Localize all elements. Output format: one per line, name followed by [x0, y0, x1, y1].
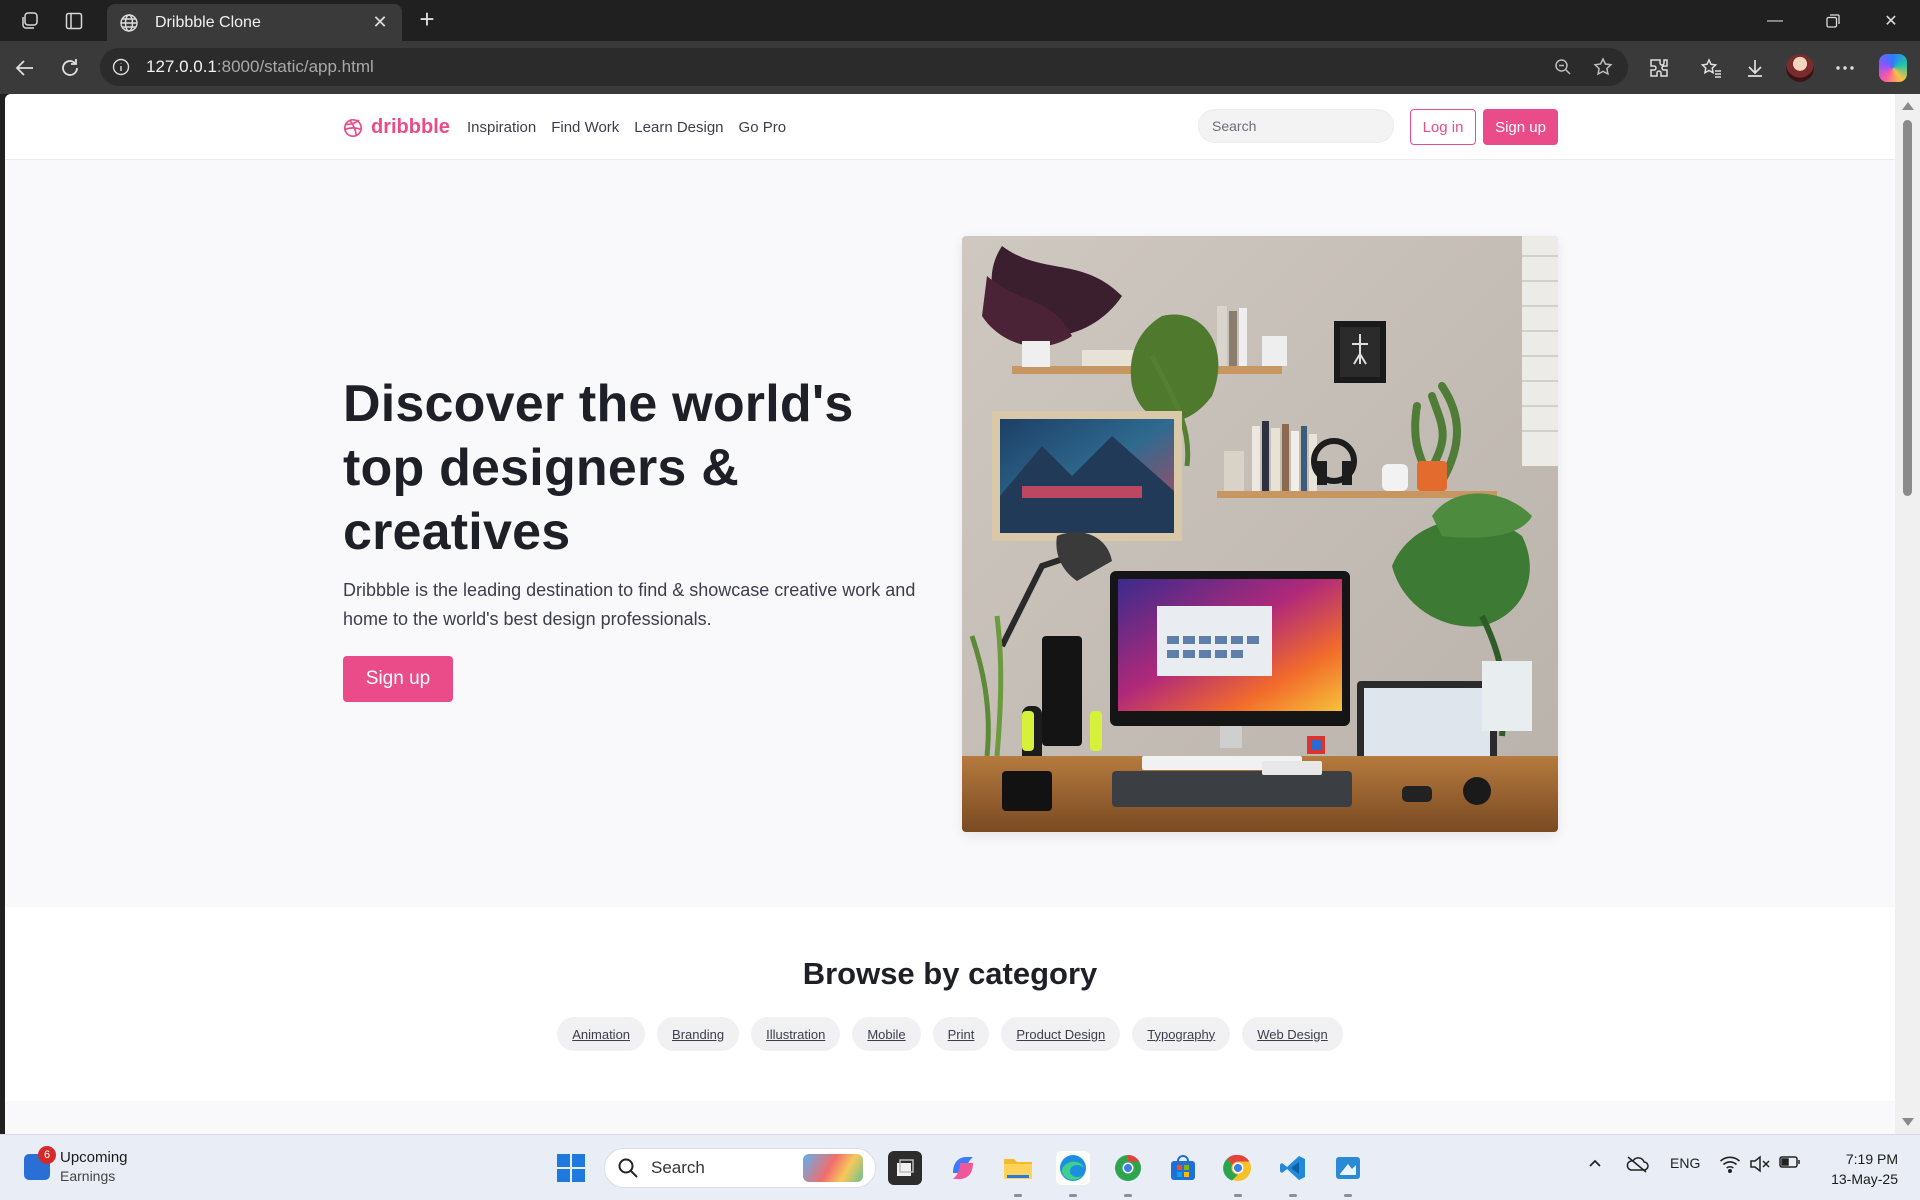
hero-workspace-image	[962, 236, 1558, 832]
category-chip-print[interactable]: Print	[932, 1017, 990, 1051]
close-window-icon[interactable]: ✕	[1876, 8, 1906, 34]
hero-signup-button[interactable]: Sign up	[343, 656, 453, 702]
more-options-icon[interactable]	[1831, 54, 1859, 82]
windows-taskbar: 6 Upcoming Earnings Search ENG 7:19 PM 1…	[0, 1134, 1920, 1200]
search-icon	[618, 1158, 638, 1178]
category-chip-illustration[interactable]: Illustration	[751, 1017, 841, 1051]
workspaces-icon[interactable]	[17, 8, 43, 34]
hero-subtitle: Dribbble is the leading destination to f…	[343, 580, 916, 629]
running-indicator	[1289, 1194, 1297, 1197]
earnings-widget-icon: 6	[24, 1146, 56, 1180]
login-button[interactable]: Log in	[1410, 109, 1476, 145]
scrollbar-thumb[interactable]	[1903, 120, 1912, 496]
category-chip-mobile[interactable]: Mobile	[852, 1017, 921, 1051]
favorite-star-icon[interactable]	[1590, 54, 1616, 80]
nav-learn-design[interactable]: Learn Design	[634, 119, 723, 136]
scroll-down-icon[interactable]	[1902, 1118, 1914, 1126]
clock-date: 13-May-25	[1831, 1171, 1898, 1187]
hero-title: Discover the world's top designers & cre…	[343, 375, 854, 561]
site-info-icon[interactable]	[112, 57, 132, 77]
running-indicator	[1344, 1194, 1352, 1197]
browser-tab-strip: Dribbble Clone ✕ + — ✕	[0, 0, 1920, 41]
browser-toolbar: 127.0.0.1:8000/static/app.html	[0, 41, 1920, 94]
chrome-beta-icon[interactable]	[1111, 1151, 1145, 1185]
volume-muted-icon[interactable]	[1749, 1155, 1771, 1173]
show-hidden-icons-icon[interactable]	[1587, 1155, 1603, 1171]
clock-time: 7:19 PM	[1845, 1151, 1898, 1167]
dribbble-ball-icon	[343, 118, 363, 138]
favorites-icon[interactable]	[1697, 54, 1725, 82]
copilot-app-icon[interactable]	[946, 1151, 980, 1185]
url-text: 127.0.0.1:8000/static/app.html	[146, 57, 1536, 77]
notification-badge: 6	[38, 1146, 56, 1164]
language-indicator[interactable]: ENG	[1670, 1155, 1700, 1171]
paint-app-icon[interactable]	[1331, 1151, 1365, 1185]
file-explorer-icon[interactable]	[1001, 1151, 1035, 1185]
zoom-out-icon[interactable]	[1550, 54, 1576, 80]
main-nav: Inspiration Find Work Learn Design Go Pr…	[467, 119, 786, 136]
globe-icon	[119, 12, 141, 34]
category-chip-branding[interactable]: Branding	[657, 1017, 740, 1051]
page-viewport: dribbble Inspiration Find Work Learn Des…	[5, 94, 1895, 1134]
extensions-icon[interactable]	[1645, 54, 1673, 82]
nav-inspiration[interactable]: Inspiration	[467, 119, 536, 136]
chrome-icon[interactable]	[1221, 1151, 1255, 1185]
taskbar-search[interactable]: Search	[604, 1148, 876, 1188]
system-clock[interactable]: 7:19 PM 13-May-25	[1814, 1149, 1898, 1189]
browse-categories-section: Browse by category Animation Branding Il…	[5, 907, 1895, 1101]
category-chip-product-design[interactable]: Product Design	[1001, 1017, 1121, 1051]
microsoft-store-icon[interactable]	[1166, 1151, 1200, 1185]
widget-title: Upcoming	[60, 1149, 128, 1166]
widget-subtitle: Earnings	[60, 1168, 116, 1184]
logo-text: dribbble	[371, 116, 450, 138]
restore-icon[interactable]	[1818, 8, 1848, 34]
minimize-icon[interactable]: —	[1760, 8, 1790, 34]
weather-widget[interactable]: 6 Upcoming Earnings	[24, 1146, 128, 1185]
wifi-icon[interactable]	[1719, 1155, 1741, 1173]
url-host: 127.0.0.1	[146, 57, 217, 76]
search-input[interactable]	[1198, 109, 1394, 143]
header-signup-button[interactable]: Sign up	[1483, 109, 1558, 145]
site-header: dribbble Inspiration Find Work Learn Des…	[5, 94, 1895, 160]
page-scrollbar[interactable]	[1895, 94, 1920, 1134]
edge-browser-icon[interactable]	[1056, 1151, 1090, 1185]
categories-title: Browse by category	[802, 956, 1098, 991]
start-windows-icon[interactable]	[554, 1151, 588, 1185]
refresh-icon[interactable]	[56, 54, 84, 82]
browser-tab-active[interactable]: Dribbble Clone ✕	[107, 4, 402, 41]
tab-title: Dribbble Clone	[155, 13, 261, 31]
url-path: :8000/static/app.html	[216, 57, 374, 76]
category-chips: Animation Branding Illustration Mobile P…	[5, 1017, 1895, 1051]
running-indicator	[1124, 1194, 1132, 1197]
category-chip-web-design[interactable]: Web Design	[1242, 1017, 1343, 1051]
nav-go-pro[interactable]: Go Pro	[739, 119, 787, 136]
onedrive-offline-icon[interactable]	[1625, 1155, 1649, 1173]
back-icon[interactable]	[11, 54, 39, 82]
new-tab-icon[interactable]: +	[414, 6, 440, 34]
running-indicator	[1014, 1194, 1022, 1197]
dribbble-logo[interactable]: dribbble	[343, 116, 450, 139]
running-indicator	[1069, 1194, 1077, 1197]
taskbar-search-label: Search	[651, 1158, 705, 1177]
scroll-up-icon[interactable]	[1902, 102, 1914, 110]
vertical-tabs-icon[interactable]	[61, 8, 87, 34]
nav-find-work[interactable]: Find Work	[551, 119, 619, 136]
address-bar[interactable]: 127.0.0.1:8000/static/app.html	[100, 48, 1628, 86]
copilot-icon[interactable]	[1879, 54, 1907, 82]
category-chip-animation[interactable]: Animation	[557, 1017, 646, 1051]
category-chip-typography[interactable]: Typography	[1132, 1017, 1231, 1051]
running-indicator	[1234, 1194, 1242, 1197]
search-highlight-image	[803, 1154, 863, 1182]
downloads-icon[interactable]	[1741, 54, 1769, 82]
battery-icon[interactable]	[1779, 1155, 1801, 1169]
profile-avatar[interactable]	[1786, 54, 1814, 82]
vscode-icon[interactable]	[1276, 1151, 1310, 1185]
task-view-icon[interactable]	[888, 1151, 922, 1185]
close-tab-icon[interactable]: ✕	[370, 12, 390, 33]
